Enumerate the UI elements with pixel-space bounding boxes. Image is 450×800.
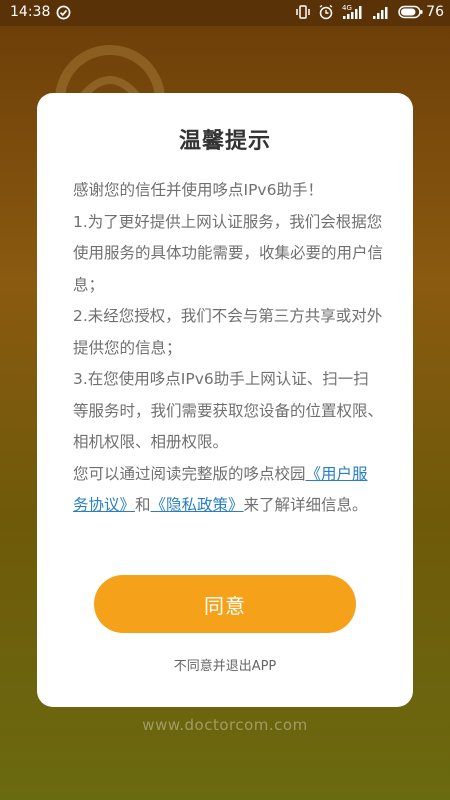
battery-icon xyxy=(398,5,424,19)
dialog-intro: 感谢您的信任并使用哆点IPv6助手！ xyxy=(73,181,323,199)
battery-indicator: 76 xyxy=(398,4,444,20)
signal-4g-icon: 4G xyxy=(342,4,364,20)
background-footer-url: www.doctorcom.com xyxy=(142,716,308,734)
dialog-outro: 您可以通过阅读完整版的哆点校园《用户服务协议》和《隐私政策》来了解详细信息。 xyxy=(73,459,383,522)
status-bar: 14:38 4G 76 xyxy=(0,0,450,26)
dialog-body: 感谢您的信任并使用哆点IPv6助手！ 1.为了更好提供上网认证服务，我们会根据您… xyxy=(73,175,383,522)
disagree-exit-link[interactable]: 不同意并退出APP xyxy=(37,655,413,674)
svg-text:4G: 4G xyxy=(342,4,352,12)
vibrate-icon xyxy=(296,4,310,20)
dialog-item-2: 2.未经您授权，我们不会与第三方共享或对外提供您的信息； xyxy=(73,307,383,357)
agree-button[interactable]: 同意 xyxy=(94,575,356,633)
alarm-icon xyxy=(318,4,334,20)
dialog-item-3: 3.在您使用哆点IPv6助手上网认证、扫一扫等服务时，我们需要获取您设备的位置权… xyxy=(73,370,384,451)
privacy-dialog: 温馨提示 感谢您的信任并使用哆点IPv6助手！ 1.为了更好提供上网认证服务，我… xyxy=(37,93,413,707)
signal-bars-icon xyxy=(372,4,390,20)
outro-prefix: 您可以通过阅读完整版的哆点校园 xyxy=(73,464,306,483)
status-right: 4G 76 xyxy=(296,4,444,20)
dialog-title: 温馨提示 xyxy=(178,129,271,154)
check-circle-icon xyxy=(56,5,71,20)
dialog-item-1: 1.为了更好提供上网认证服务，我们会根据您使用服务的具体功能需要，收集必要的用户… xyxy=(73,212,384,294)
status-left: 14:38 xyxy=(10,4,71,20)
outro-and: 和 xyxy=(135,496,151,514)
status-time: 14:38 xyxy=(10,4,51,20)
privacy-policy-link[interactable]: 《隐私政策》 xyxy=(151,496,244,514)
outro-suffix: 来了解详细信息。 xyxy=(243,496,368,514)
battery-level: 76 xyxy=(426,4,444,20)
